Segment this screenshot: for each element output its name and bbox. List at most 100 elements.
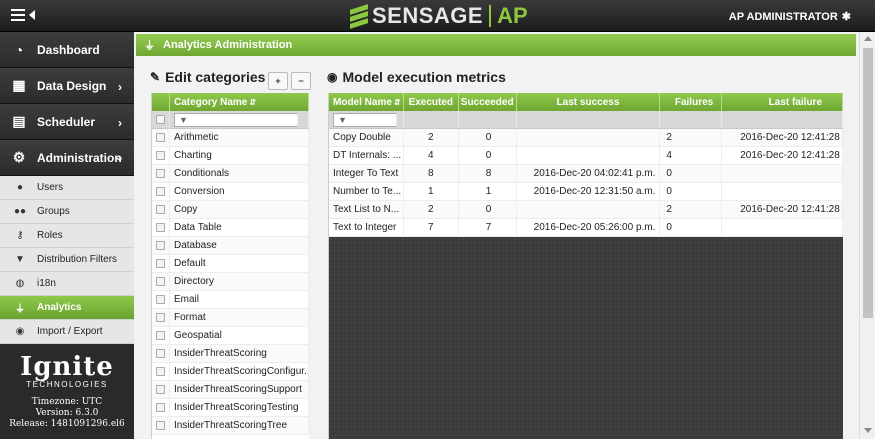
category-name-cell: InsiderThreatScoringTesting xyxy=(170,399,309,416)
row-checkbox[interactable] xyxy=(156,367,165,376)
failures-cell: 0 xyxy=(660,165,723,182)
row-checkbox-col xyxy=(152,237,170,254)
row-checkbox[interactable] xyxy=(156,133,165,142)
category-row[interactable]: Conversion xyxy=(152,183,309,201)
nav-scheduler[interactable]: ▤ Scheduler › xyxy=(0,104,134,140)
flask-icon: ⏚ xyxy=(15,304,25,315)
metrics-heading: ◉ Model execution metrics xyxy=(327,69,506,85)
sort-icon: ⇵ xyxy=(249,97,257,107)
column-header-failures[interactable]: Failures xyxy=(660,93,723,111)
failures-cell: 0 xyxy=(660,183,723,200)
metrics-row[interactable]: Copy Double 2 0 2 2016-Dec-20 12:41:28 a. xyxy=(329,129,843,147)
sidebar-item-label: i18n xyxy=(37,278,56,289)
metrics-row[interactable]: DT Internals: ... 4 0 4 2016-Dec-20 12:41:28… xyxy=(329,147,843,165)
page-header: ⏚ Analytics Administration xyxy=(136,34,856,56)
row-checkbox-col xyxy=(152,165,170,182)
nav-dashboard[interactable]: ◔ Dashboard xyxy=(0,32,134,68)
column-header-executed[interactable]: Executed xyxy=(404,93,459,111)
category-row[interactable]: InsiderThreatScoringTesting xyxy=(152,399,309,417)
version-info: Timezone: UTC Version: 6.3.0 Release: 14… xyxy=(0,397,134,430)
category-filter-input[interactable]: ▼ xyxy=(174,112,298,127)
remove-category-button[interactable]: − xyxy=(291,72,311,90)
scroll-up-icon[interactable] xyxy=(864,36,872,41)
metrics-row[interactable]: Text to Integer 7 7 2016-Dec-20 05:26:00 p.… xyxy=(329,219,843,237)
row-checkbox[interactable] xyxy=(156,313,165,322)
row-checkbox[interactable] xyxy=(156,169,165,178)
row-checkbox[interactable] xyxy=(156,385,165,394)
category-row[interactable]: Data Table xyxy=(152,219,309,237)
logo-text: SENSAGE xyxy=(372,3,484,28)
category-row[interactable]: InsiderThreatScoringConfigur... xyxy=(152,363,309,381)
app-logo: SENSAGE AP xyxy=(350,3,528,29)
menu-toggle-button[interactable] xyxy=(11,8,41,24)
sidebar-item-groups[interactable]: ●● Groups xyxy=(0,200,134,224)
row-checkbox[interactable] xyxy=(156,349,165,358)
category-row[interactable]: Arithmetic xyxy=(152,129,309,147)
column-header-label: Last failure xyxy=(768,96,823,108)
column-header-category-name[interactable]: Category Name ⇵ xyxy=(170,93,309,111)
row-checkbox[interactable] xyxy=(156,205,165,214)
nav-label: Data Design xyxy=(37,78,107,93)
category-row[interactable]: Format xyxy=(152,309,309,327)
select-all-checkbox[interactable] xyxy=(156,115,165,124)
row-checkbox[interactable] xyxy=(156,151,165,160)
column-header-succeeded[interactable]: Succeeded xyxy=(459,93,517,111)
metrics-row[interactable]: Integer To Text 8 8 2016-Dec-20 04:02:41 p.… xyxy=(329,165,843,183)
dashboard-icon: ◔ xyxy=(14,41,24,58)
admin-submenu: ● Users ●● Groups ⚷ Roles ▼ Distribution Fil… xyxy=(0,176,134,344)
category-row[interactable]: Database xyxy=(152,237,309,255)
column-header-last-failure[interactable]: Last failure xyxy=(722,93,843,111)
row-checkbox-col xyxy=(152,399,170,416)
row-checkbox[interactable] xyxy=(156,295,165,304)
sidebar-item-analytics[interactable]: ⏚ Analytics xyxy=(0,296,134,320)
succeeded-cell: 8 xyxy=(459,165,517,182)
gears-icon: ⚙ xyxy=(12,149,26,165)
nav-label: Dashboard xyxy=(37,42,100,57)
category-row[interactable]: Conditionals xyxy=(152,165,309,183)
column-header-model-name[interactable]: Model Name ⇵ xyxy=(329,93,404,111)
category-row[interactable]: Default xyxy=(152,255,309,273)
category-row[interactable]: Geospatial xyxy=(152,327,309,345)
nav-administration[interactable]: ⚙ Administration › xyxy=(0,140,134,176)
sidebar-item-import-export[interactable]: ◉ Import / Export xyxy=(0,320,134,344)
category-row[interactable]: Charting xyxy=(152,147,309,165)
categories-body: Arithmetic Charting Conditionals Conversion… xyxy=(152,129,309,435)
failures-cell: 2 xyxy=(660,201,723,218)
sidebar-item-roles[interactable]: ⚷ Roles xyxy=(0,224,134,248)
category-row[interactable]: Directory xyxy=(152,273,309,291)
row-checkbox[interactable] xyxy=(156,187,165,196)
category-row[interactable]: InsiderThreatScoringSupport xyxy=(152,381,309,399)
nav-data-design[interactable]: ▦ Data Design › xyxy=(0,68,134,104)
row-checkbox[interactable] xyxy=(156,421,165,430)
filter-icon: ▼ xyxy=(338,114,347,125)
filter-icon: ▼ xyxy=(15,254,25,265)
sidebar-item-distribution-filters[interactable]: ▼ Distribution Filters xyxy=(0,248,134,272)
executed-cell: 2 xyxy=(404,201,459,218)
add-category-button[interactable]: + xyxy=(268,72,288,90)
row-checkbox[interactable] xyxy=(156,403,165,412)
scroll-thumb[interactable] xyxy=(863,48,873,318)
model-filter-input[interactable]: ▼ xyxy=(333,112,397,127)
failures-cell: 0 xyxy=(660,219,723,236)
page-scrollbar[interactable] xyxy=(859,32,875,439)
user-menu[interactable]: AP ADMINISTRATOR ✱ xyxy=(729,10,851,24)
filter-col: ▼ xyxy=(329,111,404,128)
row-checkbox-col xyxy=(152,309,170,326)
sidebar-item-users[interactable]: ● Users xyxy=(0,176,134,200)
scroll-down-icon[interactable] xyxy=(864,428,872,433)
logo-suffix: AP xyxy=(497,3,528,28)
row-checkbox[interactable] xyxy=(156,223,165,232)
row-checkbox[interactable] xyxy=(156,241,165,250)
metrics-row[interactable]: Number to Te... 1 1 2016-Dec-20 12:31:50 a.… xyxy=(329,183,843,201)
metrics-row[interactable]: Text List to N... 2 0 2 2016-Dec-20 12:41:28… xyxy=(329,201,843,219)
sidebar-item-i18n[interactable]: ◍ i18n xyxy=(0,272,134,296)
row-checkbox[interactable] xyxy=(156,259,165,268)
row-checkbox[interactable] xyxy=(156,331,165,340)
category-row[interactable]: InsiderThreatScoringTree xyxy=(152,417,309,435)
row-checkbox[interactable] xyxy=(156,277,165,286)
category-name-cell: Email xyxy=(170,291,309,308)
column-header-last-success[interactable]: Last success xyxy=(517,93,661,111)
category-row[interactable]: Email xyxy=(152,291,309,309)
category-row[interactable]: InsiderThreatScoring xyxy=(152,345,309,363)
category-row[interactable]: Copy xyxy=(152,201,309,219)
